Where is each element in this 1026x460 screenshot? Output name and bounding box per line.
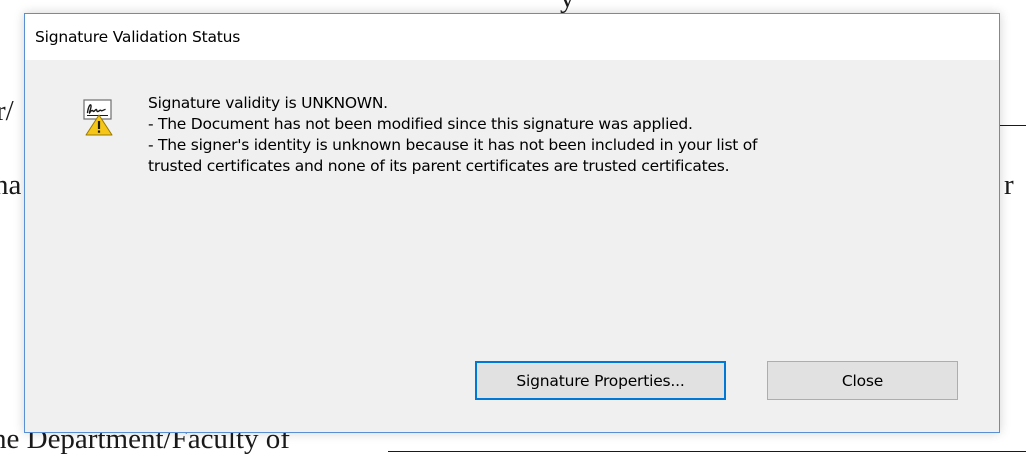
document-underline-bottom <box>388 451 1026 452</box>
message-line: trusted certificates and none of its par… <box>148 157 730 175</box>
document-text-fragment-right: r <box>1004 169 1014 201</box>
signature-warning-icon <box>83 99 113 136</box>
validation-message: Signature validity is UNKNOWN. - The Doc… <box>148 93 757 177</box>
dialog-titlebar[interactable]: Signature Validation Status <box>25 14 999 60</box>
document-underline-right <box>1000 125 1026 126</box>
document-text-fragment-top: y <box>560 0 575 13</box>
dialog-title: Signature Validation Status <box>35 28 241 46</box>
message-line: - The signer's identity is unknown becau… <box>148 136 758 154</box>
document-text-fragment-left-2: na <box>0 169 22 201</box>
signature-validation-dialog: Signature Validation Status Signature va… <box>24 13 1000 433</box>
message-line: Signature validity is UNKNOWN. <box>148 94 388 112</box>
signature-properties-button[interactable]: Signature Properties... <box>475 361 726 400</box>
message-line: - The Document has not been modified sin… <box>148 115 693 133</box>
close-button[interactable]: Close <box>767 361 958 400</box>
document-text-fragment-left-1: r/ <box>0 95 14 127</box>
